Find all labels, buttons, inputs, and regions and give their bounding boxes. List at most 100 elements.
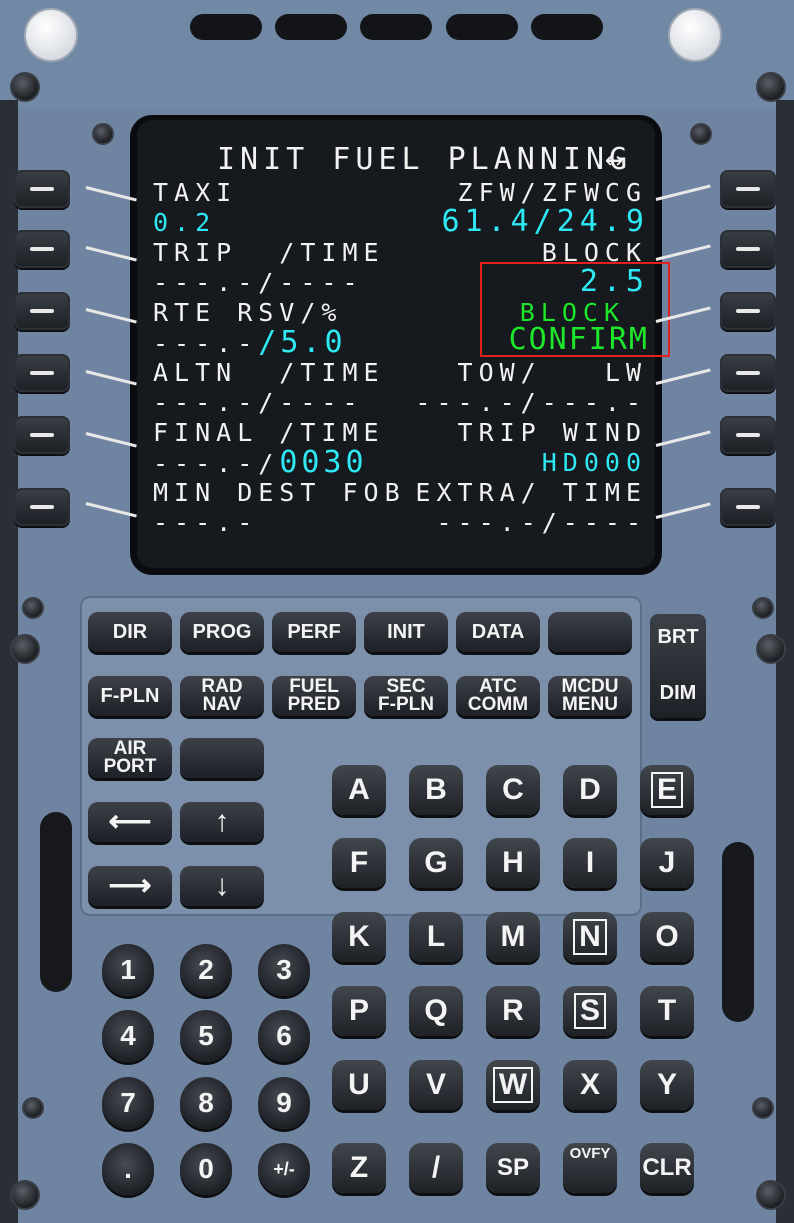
key-7[interactable]: 7 <box>102 1077 154 1129</box>
altn-label: ALTN /TIME <box>153 358 385 387</box>
rad-nav-key[interactable]: RAD NAV <box>180 676 264 716</box>
top-slot <box>360 14 432 40</box>
right-grip-slot <box>722 842 754 1022</box>
key-d[interactable]: D <box>563 765 617 815</box>
data-key[interactable]: DATA <box>456 612 540 652</box>
key-a[interactable]: A <box>332 765 386 815</box>
lsk-5r[interactable] <box>720 416 776 454</box>
slew-left-key[interactable]: ⟵ <box>88 802 172 842</box>
key-ovfy[interactable]: OVFY <box>563 1143 617 1193</box>
key-s[interactable]: S <box>563 986 617 1036</box>
key-y[interactable]: Y <box>640 1060 694 1110</box>
left-grip-slot <box>40 812 72 992</box>
key-w[interactable]: W <box>486 1060 540 1110</box>
block-confirm-highlight <box>480 262 670 357</box>
key-u[interactable]: U <box>332 1060 386 1110</box>
key-j[interactable]: J <box>640 838 694 888</box>
top-slot <box>531 14 603 40</box>
lsk-1r[interactable] <box>720 170 776 208</box>
brt-label: BRT <box>657 626 699 648</box>
sec-f-pln-key[interactable]: SEC F-PLN <box>364 676 448 716</box>
screw-icon <box>10 1180 40 1210</box>
zfw-value: 61.4/24.9 <box>441 204 649 239</box>
key-6[interactable]: 6 <box>258 1010 310 1062</box>
key-v[interactable]: V <box>409 1060 463 1110</box>
key-x[interactable]: X <box>563 1060 617 1110</box>
key-p[interactable]: P <box>332 986 386 1036</box>
final-label: FINAL /TIME <box>153 418 385 447</box>
lsk-6r[interactable] <box>720 488 776 526</box>
key-n[interactable]: N <box>563 912 617 962</box>
mcdu-menu-key[interactable]: MCDU MENU <box>548 676 632 716</box>
zfw-label: ZFW/ZFWCG <box>457 178 647 207</box>
brt-dim-rocker[interactable]: BRT DIM <box>650 614 706 718</box>
key-z[interactable]: Z <box>332 1143 386 1193</box>
key-b[interactable]: B <box>409 765 463 815</box>
key-h[interactable]: H <box>486 838 540 888</box>
final-value: ---.-/0030 <box>153 445 368 480</box>
blank-key[interactable] <box>548 612 632 652</box>
key-2[interactable]: 2 <box>180 944 232 996</box>
key-f[interactable]: F <box>332 838 386 888</box>
key-e[interactable]: E <box>640 765 694 815</box>
slew-right-key[interactable]: ⟶ <box>88 866 172 906</box>
init-key[interactable]: INIT <box>364 612 448 652</box>
lsk-2r[interactable] <box>720 230 776 268</box>
key-5[interactable]: 5 <box>180 1010 232 1062</box>
lsk-2l[interactable] <box>14 230 70 268</box>
screw-icon <box>22 597 44 619</box>
key-l[interactable]: L <box>409 912 463 962</box>
lsk-5l[interactable] <box>14 416 70 454</box>
screw-icon <box>752 597 774 619</box>
right-arrow-icon: ⟶ <box>108 869 152 902</box>
lsk-6l[interactable] <box>14 488 70 526</box>
key-8[interactable]: 8 <box>180 1077 232 1129</box>
key-dot[interactable]: . <box>102 1143 154 1195</box>
lsk-line <box>655 368 711 385</box>
key-g[interactable]: G <box>409 838 463 888</box>
taxi-label: TAXI <box>153 178 238 207</box>
screw-icon <box>756 72 786 102</box>
f-pln-key[interactable]: F-PLN <box>88 676 172 716</box>
blank-key-2[interactable] <box>180 738 264 778</box>
lsk-3r[interactable] <box>720 292 776 330</box>
left-arrow-icon: ⟵ <box>108 805 152 838</box>
atc-comm-key[interactable]: ATC COMM <box>456 676 540 716</box>
perf-key[interactable]: PERF <box>272 612 356 652</box>
key-c[interactable]: C <box>486 765 540 815</box>
key-clr[interactable]: CLR <box>640 1143 694 1193</box>
trip-wind-label: TRIP WIND <box>457 418 647 447</box>
lsk-3l[interactable] <box>14 292 70 330</box>
key-k[interactable]: K <box>332 912 386 962</box>
dir-key[interactable]: DIR <box>88 612 172 652</box>
key-3[interactable]: 3 <box>258 944 310 996</box>
key-o[interactable]: O <box>640 912 694 962</box>
key-4[interactable]: 4 <box>102 1010 154 1062</box>
trip-label: TRIP /TIME <box>153 238 385 267</box>
key-sp[interactable]: SP <box>486 1143 540 1193</box>
lsk-line <box>655 244 711 261</box>
lsk-1l[interactable] <box>14 170 70 208</box>
airport-key[interactable]: AIR PORT <box>88 738 172 778</box>
key-0[interactable]: 0 <box>180 1143 232 1195</box>
key-i[interactable]: I <box>563 838 617 888</box>
slew-down-key[interactable]: ↓ <box>180 866 264 906</box>
key-m[interactable]: M <box>486 912 540 962</box>
down-arrow-icon: ↓ <box>214 869 230 902</box>
key-r[interactable]: R <box>486 986 540 1036</box>
key-9[interactable]: 9 <box>258 1077 310 1129</box>
key-slash[interactable]: / <box>409 1143 463 1193</box>
key-plus-minus[interactable]: +/- <box>258 1143 310 1195</box>
key-t[interactable]: T <box>640 986 694 1036</box>
page-title: INIT FUEL PLANNING <box>217 142 633 177</box>
screw-icon <box>92 123 114 145</box>
key-1[interactable]: 1 <box>102 944 154 996</box>
screw-icon <box>690 123 712 145</box>
fuel-pred-key[interactable]: FUEL PRED <box>272 676 356 716</box>
key-q[interactable]: Q <box>409 986 463 1036</box>
lsk-4l[interactable] <box>14 354 70 392</box>
altn-value: ---.-/---- <box>153 388 364 417</box>
slew-up-key[interactable]: ↑ <box>180 802 264 842</box>
prog-key[interactable]: PROG <box>180 612 264 652</box>
lsk-4r[interactable] <box>720 354 776 392</box>
